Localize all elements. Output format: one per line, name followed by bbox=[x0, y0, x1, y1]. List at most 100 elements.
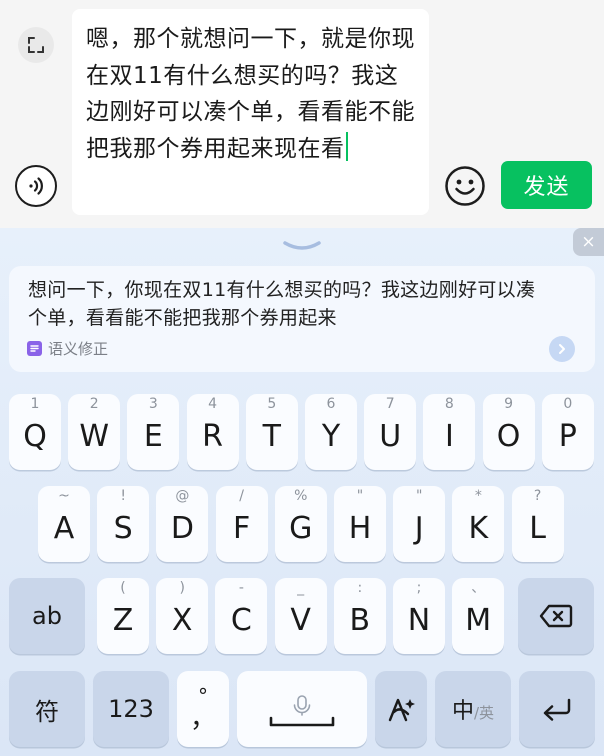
key-x[interactable]: ) X bbox=[156, 578, 209, 654]
key-letter: O bbox=[496, 419, 521, 454]
key-hint: " bbox=[415, 488, 423, 504]
key-letter: Y bbox=[321, 419, 341, 454]
key-hint: 9 bbox=[504, 396, 514, 412]
key-s[interactable]: ! S bbox=[97, 486, 150, 562]
key-hint: * bbox=[474, 488, 482, 504]
symbols-key[interactable]: 符 bbox=[9, 671, 85, 747]
key-hint: 0 bbox=[563, 396, 573, 412]
key-e[interactable]: 3E bbox=[127, 394, 180, 470]
key-letter: I bbox=[444, 419, 454, 454]
key-m[interactable]: 、 M bbox=[452, 578, 505, 654]
key-letter: P bbox=[558, 419, 577, 454]
language-switch-key[interactable]: 中/英 bbox=[435, 671, 511, 747]
key-w[interactable]: 2W bbox=[68, 394, 121, 470]
key-letter: H bbox=[348, 511, 372, 546]
key-hint: 7 bbox=[385, 396, 395, 412]
voice-input-button[interactable] bbox=[15, 165, 57, 207]
emoji-button[interactable] bbox=[444, 165, 486, 207]
key-a[interactable]: ~ A bbox=[38, 486, 90, 562]
shift-key-label: ab bbox=[32, 602, 62, 630]
key-letter: R bbox=[202, 419, 224, 454]
key-hint: 1 bbox=[30, 396, 40, 412]
backspace-key[interactable] bbox=[518, 578, 594, 654]
key-v[interactable]: _ V bbox=[274, 578, 327, 654]
key-letter: L bbox=[529, 511, 546, 546]
key-letter: M bbox=[465, 603, 492, 638]
key-letter: Z bbox=[112, 603, 134, 638]
key-hint: % bbox=[294, 488, 308, 504]
correction-tag-icon bbox=[27, 341, 42, 356]
key-hint: 、 bbox=[471, 580, 486, 596]
suggestion-tag: 语义修正 bbox=[27, 338, 108, 359]
message-input[interactable]: 嗯，那个就想问一下，就是你现在双11有什么想买的吗？我这边刚好可以凑个单，看看能… bbox=[72, 9, 429, 215]
key-hint: - bbox=[238, 580, 244, 596]
handwriting-key[interactable] bbox=[375, 671, 427, 747]
key-hint: ~ bbox=[58, 488, 70, 504]
punctuation-top: ° bbox=[198, 684, 208, 708]
key-f[interactable]: / F bbox=[215, 486, 268, 562]
message-text: 嗯，那个就想问一下，就是你现在双11有什么想买的吗？我这边刚好可以凑个单，看看能… bbox=[86, 26, 415, 162]
key-b[interactable]: :B bbox=[333, 578, 386, 654]
key-hint: ; bbox=[416, 580, 422, 596]
key-letter: C bbox=[230, 603, 252, 638]
key-c[interactable]: -C bbox=[215, 578, 268, 654]
language-main: 中 bbox=[451, 699, 474, 724]
text-caret bbox=[345, 131, 348, 161]
key-letter: F bbox=[232, 511, 251, 546]
voice-icon bbox=[29, 177, 43, 195]
key-u[interactable]: 7U bbox=[364, 394, 417, 470]
key-hint: ( bbox=[120, 580, 126, 596]
key-h[interactable]: " H bbox=[334, 486, 386, 562]
key-letter: K bbox=[468, 511, 489, 546]
key-hint: / bbox=[239, 488, 244, 504]
key-i[interactable]: 8I bbox=[423, 394, 476, 470]
key-letter: W bbox=[79, 419, 110, 454]
key-letter: N bbox=[407, 603, 431, 638]
emoji-icon bbox=[445, 166, 485, 206]
key-letter: B bbox=[349, 603, 371, 638]
language-switch-label: 中/英 bbox=[452, 693, 494, 725]
key-hint: 8 bbox=[444, 396, 454, 412]
key-hint: " bbox=[356, 488, 364, 504]
close-suggestion-button[interactable]: × bbox=[573, 228, 604, 256]
shift-key[interactable]: ab bbox=[9, 578, 85, 654]
key-letter: V bbox=[290, 603, 311, 638]
punctuation-key[interactable]: ° ， bbox=[177, 671, 229, 747]
key-hint: 5 bbox=[267, 396, 277, 412]
chevron-right-icon bbox=[559, 344, 565, 354]
key-hint: 2 bbox=[89, 396, 99, 412]
key-j[interactable]: " J bbox=[393, 486, 446, 562]
apply-suggestion-button[interactable] bbox=[549, 336, 575, 362]
key-d[interactable]: @ D bbox=[156, 486, 209, 562]
key-r[interactable]: 4R bbox=[186, 394, 239, 470]
key-letter: T bbox=[262, 419, 281, 454]
key-t[interactable]: 5T bbox=[245, 394, 298, 470]
key-q[interactable]: 1Q bbox=[9, 394, 61, 470]
key-p[interactable]: 0P bbox=[541, 394, 594, 470]
key-z[interactable]: (Z bbox=[97, 578, 149, 654]
handwriting-icon bbox=[388, 698, 415, 722]
key-g[interactable]: % G bbox=[274, 486, 327, 562]
key-o[interactable]: 9O bbox=[482, 394, 535, 470]
key-l[interactable]: ? L bbox=[511, 486, 564, 562]
space-key[interactable] bbox=[237, 671, 367, 747]
key-hint: 6 bbox=[326, 396, 336, 412]
send-button[interactable]: 发送 bbox=[501, 161, 592, 209]
key-k[interactable]: * K bbox=[452, 486, 505, 562]
numbers-key[interactable]: 123 bbox=[93, 671, 169, 747]
key-letter: D bbox=[170, 511, 194, 546]
semantic-correction-card[interactable]: 想问一下，你现在双11有什么想买的吗？我这边刚好可以凑个单，看看能不能把我那个券… bbox=[9, 266, 595, 372]
key-hint: 4 bbox=[208, 396, 218, 412]
symbols-key-label: 符 bbox=[35, 697, 59, 726]
key-letter: S bbox=[113, 511, 133, 546]
collapse-button[interactable] bbox=[18, 27, 54, 63]
enter-key[interactable] bbox=[519, 671, 595, 747]
chevron-down-icon bbox=[283, 241, 321, 250]
microphone-icon bbox=[269, 695, 335, 727]
key-y[interactable]: 6Y bbox=[305, 394, 357, 470]
collapse-icon bbox=[28, 37, 44, 53]
key-hint: ! bbox=[120, 488, 126, 504]
language-alt: /英 bbox=[473, 704, 495, 722]
fold-keyboard-handle[interactable] bbox=[283, 237, 321, 250]
key-n[interactable]: ; N bbox=[393, 578, 445, 654]
